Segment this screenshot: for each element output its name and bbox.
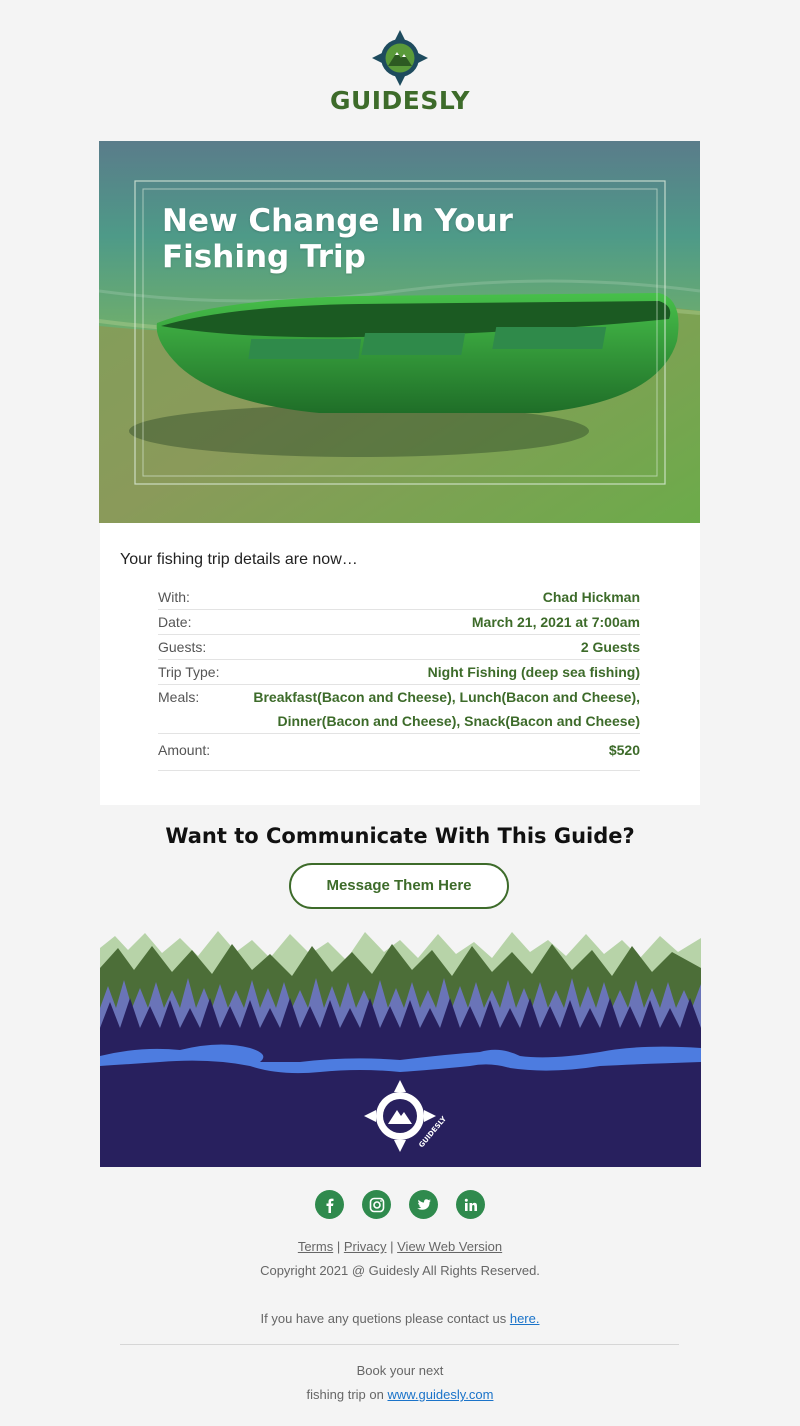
terms-link[interactable]: Terms: [298, 1239, 333, 1254]
landscape-illustration: GUIDESLY: [100, 928, 701, 1167]
instagram-icon[interactable]: [362, 1190, 391, 1219]
copyright-text: Copyright 2021 @ Guidesly All Rights Res…: [260, 1263, 540, 1278]
book-line-1: Book your next: [356, 1363, 444, 1378]
social-links: [0, 1190, 800, 1219]
detail-label: Trip Type:: [158, 664, 220, 680]
contact-line: If you have any quetions please contact …: [0, 1311, 800, 1326]
footer-divider: [120, 1344, 679, 1345]
compass-logo-icon: [372, 30, 428, 86]
contact-text: If you have any quetions please contact …: [260, 1311, 507, 1326]
detail-row-meals: Meals: Breakfast(Bacon and Cheese), Lunc…: [158, 685, 640, 734]
detail-value: 2 Guests: [580, 639, 640, 655]
header-logo[interactable]: GUIDESLY: [0, 28, 800, 115]
detail-value: Breakfast(Bacon and Cheese), Lunch(Bacon…: [253, 689, 640, 729]
hero-banner: New Change In Your Fishing Trip: [99, 141, 700, 523]
brand-wordmark: GUIDESLY: [329, 86, 471, 115]
detail-label: Meals:: [158, 689, 200, 705]
privacy-link[interactable]: Privacy: [344, 1239, 387, 1254]
twitter-icon[interactable]: [409, 1190, 438, 1219]
detail-value: Chad Hickman: [542, 589, 640, 605]
trip-details-card: Your fishing trip details are now… With:…: [100, 523, 700, 805]
detail-value: Night Fishing (deep sea fishing): [427, 664, 640, 680]
boat-on-beach-image: [99, 141, 700, 523]
detail-row-trip-type: Trip Type: Night Fishing (deep sea fishi…: [158, 660, 640, 685]
message-guide-button[interactable]: Message Them Here: [289, 863, 509, 909]
details-table: With: Chad Hickman Date: March 21, 2021 …: [158, 585, 640, 771]
detail-label: Guests:: [158, 639, 207, 655]
book-next-trip: Book your next fishing trip on www.guide…: [0, 1359, 800, 1407]
facebook-icon[interactable]: [315, 1190, 344, 1219]
contact-link[interactable]: here.: [510, 1311, 540, 1326]
detail-row-guests: Guests: 2 Guests: [158, 635, 640, 660]
web-version-link[interactable]: View Web Version: [397, 1239, 502, 1254]
book-text: fishing trip on: [306, 1387, 384, 1402]
detail-row-with: With: Chad Hickman: [158, 585, 640, 610]
website-link[interactable]: www.guidesly.com: [387, 1387, 493, 1402]
detail-value: March 21, 2021 at 7:00am: [471, 614, 640, 630]
detail-value: $520: [608, 742, 640, 758]
detail-row-amount: Amount: $520: [158, 734, 640, 771]
separator: |: [336, 1239, 341, 1254]
footer-links: Terms | Privacy | View Web Version: [0, 1239, 800, 1254]
detail-label: Date:: [158, 614, 192, 630]
linkedin-icon[interactable]: [456, 1190, 485, 1219]
detail-row-date: Date: March 21, 2021 at 7:00am: [158, 610, 640, 635]
hero-title: New Change In Your Fishing Trip: [162, 203, 513, 275]
details-intro: Your fishing trip details are now…: [120, 551, 358, 568]
separator: |: [390, 1239, 394, 1254]
detail-label: With:: [158, 589, 190, 605]
detail-label: Amount:: [158, 742, 211, 758]
cta-title: Want to Communicate With This Guide?: [165, 824, 635, 848]
book-line-2: fishing trip on www.guidesly.com: [0, 1383, 800, 1407]
